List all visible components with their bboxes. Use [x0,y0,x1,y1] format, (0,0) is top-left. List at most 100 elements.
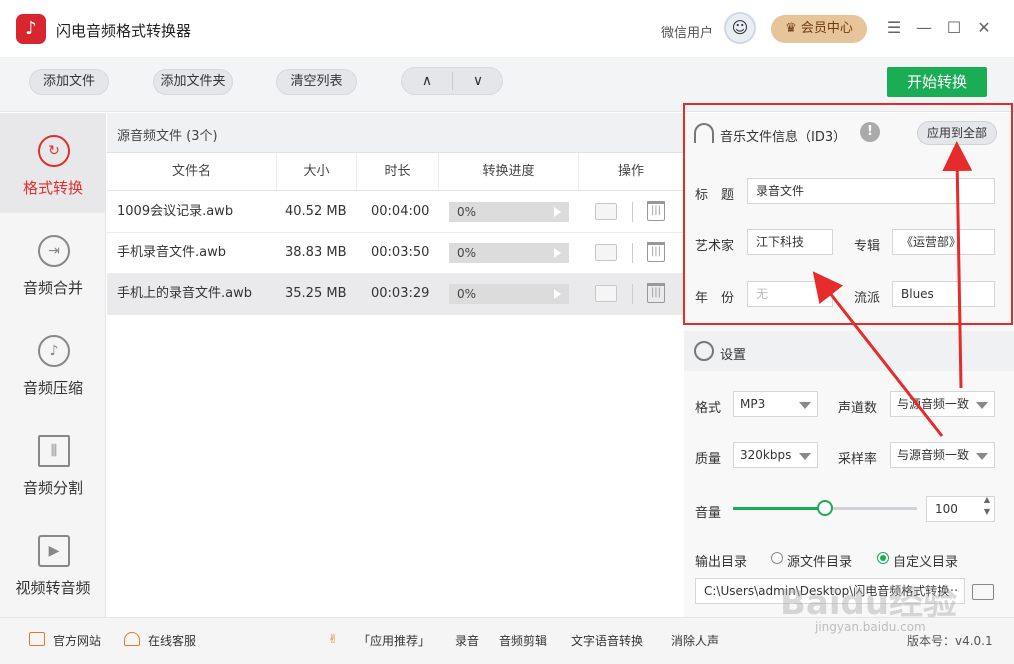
nav-format-convert[interactable]: ↻ 格式转换 [0,113,106,213]
nav-audio-compress[interactable]: ♪ 音频压缩 [0,313,106,413]
volume-slider-handle[interactable] [817,500,833,516]
spin-down-icon[interactable]: ▼ [984,506,990,518]
clear-list-button[interactable]: 清空列表 [276,69,357,95]
app-logo-icon: ♪ [16,14,46,44]
thumb-icon: ✌ [328,632,339,646]
table-row[interactable]: 手机上的录音文件.awb 35.25 MB 00:03:29 0% ||| [107,274,683,315]
crown-icon: ♛ [785,21,801,36]
file-size: 40.52 MB [285,204,347,219]
vip-label: 会员中心 [800,21,853,36]
samplerate-value: 与源音频一致 [897,448,970,462]
nav-label: 音频合并 [22,279,83,297]
channels-select[interactable]: 与源音频一致 [890,391,995,417]
folder-icon[interactable] [972,584,994,600]
title-bar: ♪ 闪电音频格式转换器 微信用户 ☺ ♛ 会员中心 ☰ — ☐ ✕ [0,0,1014,58]
watermark-url: jingyan.baidu.com [815,620,926,634]
monitor-icon [29,632,45,646]
start-convert-button[interactable]: 开始转换 [887,67,987,97]
chevron-down-icon [799,453,811,460]
file-duration: 00:04:00 [371,204,430,219]
table-row[interactable]: 手机录音文件.awb 38.83 MB 00:03:50 0% ||| [107,233,683,274]
progress-text: 0% [457,205,477,219]
col-filename: 文件名 [107,153,277,191]
quality-select[interactable]: 320kbps [733,442,818,468]
volume-slider-fill [733,507,825,510]
format-value: MP3 [740,397,766,411]
folder-icon[interactable] [595,285,617,302]
user-name[interactable]: 微信用户 [661,22,713,41]
samplerate-label: 采样率 [838,452,878,467]
file-list: 源音频文件 (3个) 文件名 大小 时长 转换进度 操作 1009会议记录.aw… [107,113,683,617]
watermark: Baidu经验 [780,583,958,623]
avatar[interactable]: ☺ [724,12,756,44]
play-icon: ▶ [38,535,70,567]
volume-input[interactable]: 100 ▲ ▼ [926,496,995,522]
radio-custom-label: 自定义目录 [893,555,959,570]
folder-icon[interactable] [595,203,617,220]
support-link[interactable]: 在线客服 [148,632,196,649]
divider [632,284,633,304]
add-file-button[interactable]: 添加文件 [29,69,109,95]
radio-source-dir[interactable] [771,552,783,564]
file-name: 手机录音文件.awb [117,245,226,260]
vip-center-button[interactable]: ♛ 会员中心 [771,15,867,43]
chevron-down-icon [976,453,988,460]
progress-bar: 0% [449,243,569,263]
audio-edit-link[interactable]: 音频剪辑 [499,632,547,649]
output-label: 输出目录 [695,555,748,570]
maximize-icon[interactable]: ☐ [944,18,964,38]
samplerate-select[interactable]: 与源音频一致 [890,442,995,468]
version-label: 版本号：v4.0.1 [907,634,993,648]
chevron-down-icon [799,402,811,409]
move-down-button[interactable]: ∨ [453,68,503,94]
move-up-button[interactable]: ∧ [402,68,452,94]
vocal-remove-link[interactable]: 消除人声 [671,632,719,649]
merge-icon: ⇥ [38,235,70,267]
play-icon[interactable] [554,289,561,299]
note-icon: ♪ [38,335,70,367]
radio-custom-dir[interactable] [877,552,889,564]
nav-audio-merge[interactable]: ⇥ 音频合并 [0,213,106,313]
chevron-down-icon [976,402,988,409]
play-icon[interactable] [554,207,561,217]
menu-icon[interactable]: ☰ [884,18,904,38]
progress-bar: 0% [449,284,569,304]
format-select[interactable]: MP3 [733,391,818,417]
nav-label: 音频分割 [22,479,83,497]
left-nav: ↻ 格式转换 ⇥ 音频合并 ♪ 音频压缩 ⫼ 音频分割 ▶ 视频转音频 [0,113,106,617]
file-duration: 00:03:29 [371,286,430,301]
annotation-highlight-box [683,103,1013,325]
divider [632,202,633,222]
refresh-icon: ↻ [38,135,70,167]
quality-value: 320kbps [740,448,792,462]
channels-label: 声道数 [838,401,878,416]
trash-icon[interactable]: ||| [647,201,665,221]
channels-value: 与源音频一致 [897,397,970,411]
file-list-header: 源音频文件 (3个) [107,113,683,153]
app-title: 闪电音频格式转换器 [56,22,192,40]
folder-icon[interactable] [595,244,617,261]
file-size: 35.25 MB [285,286,347,301]
trash-icon[interactable]: ||| [647,283,665,303]
progress-text: 0% [457,246,477,260]
tts-link[interactable]: 文字语音转换 [571,632,643,649]
col-progress: 转换进度 [439,153,579,191]
file-duration: 00:03:50 [371,245,430,260]
trash-icon[interactable]: ||| [647,242,665,262]
website-link[interactable]: 官方网站 [53,632,101,649]
quality-label: 质量 [695,452,722,467]
nav-label: 格式转换 [22,179,83,197]
file-size: 38.83 MB [285,245,347,260]
play-icon[interactable] [554,248,561,258]
record-link[interactable]: 录音 [455,632,479,649]
minimize-icon[interactable]: — [914,18,934,38]
progress-text: 0% [457,287,477,301]
nav-video-to-audio[interactable]: ▶ 视频转音频 [0,513,106,613]
spin-up-icon[interactable]: ▲ [984,497,990,506]
volume-label: 音量 [695,506,722,521]
table-row[interactable]: 1009会议记录.awb 40.52 MB 00:04:00 0% ||| [107,192,683,233]
format-label: 格式 [695,401,722,416]
nav-audio-split[interactable]: ⫼ 音频分割 [0,413,106,513]
close-icon[interactable]: ✕ [974,18,994,38]
add-folder-button[interactable]: 添加文件夹 [153,69,233,95]
